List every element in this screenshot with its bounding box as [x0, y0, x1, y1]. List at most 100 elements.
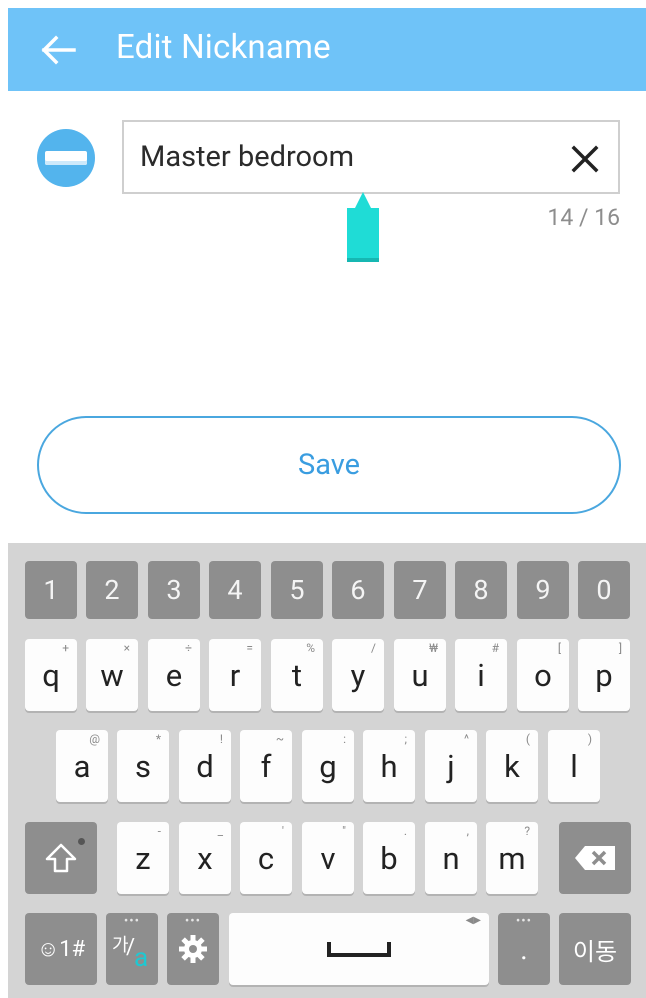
key-hint: % [306, 641, 315, 655]
key-label: g [319, 747, 337, 785]
key-c[interactable]: c ' [240, 822, 292, 894]
back-button[interactable] [38, 30, 78, 70]
key-w[interactable]: w × [86, 639, 138, 711]
key-hint: ₩ [429, 641, 438, 655]
key-3[interactable]: 3 [148, 561, 200, 619]
key-hint: ÷ [185, 641, 192, 655]
nickname-input[interactable]: Master bedroom [122, 120, 620, 194]
key-label: x [197, 839, 213, 877]
backspace-key[interactable] [559, 822, 631, 894]
key-label: d [196, 747, 214, 785]
key-y[interactable]: y / [332, 639, 384, 711]
key-k[interactable]: k( [486, 730, 538, 802]
key-label: i [477, 656, 485, 694]
key-label: k [504, 747, 520, 785]
key-label: m [498, 839, 526, 877]
key-f[interactable]: f ~ [240, 730, 292, 802]
key-label: w [100, 656, 124, 694]
key-s[interactable]: s * [117, 730, 169, 802]
key-hint: ( [525, 732, 530, 746]
key-m[interactable]: m? [486, 822, 538, 894]
key-label: p [595, 656, 613, 694]
key-i[interactable]: i # [455, 639, 507, 711]
more-dots: ••• [123, 914, 141, 929]
key-label: n [442, 839, 460, 877]
key-1[interactable]: 1 [25, 561, 77, 619]
key-6[interactable]: 6 [332, 561, 384, 619]
key-hint: , [466, 824, 469, 838]
key-hint: ; [404, 732, 407, 746]
key-u[interactable]: u ₩ [394, 639, 446, 711]
key-hint: " [342, 824, 346, 838]
key-hint: _ [217, 824, 223, 838]
key-e[interactable]: e ÷ [148, 639, 200, 711]
key-v[interactable]: v " [302, 822, 354, 894]
key-hint: × [123, 641, 130, 655]
arrow-left-icon [41, 35, 76, 65]
key-hint: ' [281, 824, 284, 838]
close-icon [571, 145, 599, 173]
key-b[interactable]: b. [363, 822, 415, 894]
key-l[interactable]: l) [548, 730, 600, 802]
key-8[interactable]: 8 [455, 561, 507, 619]
app-bar: Edit Nickname [8, 8, 646, 91]
key-hint: ! [219, 732, 223, 746]
key-hint: / [371, 641, 376, 655]
period-key[interactable]: ••• . [498, 913, 550, 985]
key-label: a [73, 747, 91, 785]
key-hint: - [157, 824, 161, 838]
text-cursor-handle[interactable] [347, 192, 379, 264]
key-5[interactable]: 5 [271, 561, 323, 619]
key-t[interactable]: t% [271, 639, 323, 711]
key-label: l [570, 747, 578, 785]
key-0[interactable]: 0 [578, 561, 630, 619]
character-counter: 14 / 16 [547, 204, 620, 231]
key-x[interactable]: x _ [179, 822, 231, 894]
key-r[interactable]: r = [209, 639, 261, 711]
more-dots: ••• [184, 914, 202, 929]
key-label: z [135, 839, 151, 877]
shift-key[interactable] [25, 822, 97, 894]
key-hint: @ [89, 732, 100, 746]
nickname-input-value: Master bedroom [140, 140, 355, 174]
more-dots: ••• [515, 914, 533, 929]
key-9[interactable]: 9 [517, 561, 569, 619]
key-d[interactable]: d! [179, 730, 231, 802]
key-label: b [380, 839, 398, 877]
cursor-handle-icon [347, 192, 379, 262]
key-j[interactable]: j ^ [425, 730, 477, 802]
key-label: c [257, 839, 275, 877]
clear-button[interactable] [568, 142, 602, 176]
go-key[interactable]: 이동 [559, 913, 631, 985]
space-key[interactable]: ◀▶ [229, 913, 489, 985]
key-hint: ) [587, 732, 592, 746]
key-2[interactable]: 2 [86, 561, 138, 619]
key-label: r [229, 656, 241, 694]
emoji-key-label: ☺1# [36, 937, 86, 962]
soft-keyboard: 1 2 3 4 5 6 7 8 9 0 q + w × e ÷ r = t% y / u ₩… [8, 543, 646, 998]
key-4[interactable]: 4 [209, 561, 261, 619]
key-label: e [165, 656, 183, 694]
gear-icon [179, 935, 207, 963]
key-g[interactable]: g: [302, 730, 354, 802]
language-switch-key[interactable]: ••• 가 / a [106, 913, 158, 985]
key-hint: ] [618, 641, 622, 655]
shift-indicator [78, 838, 85, 845]
key-7[interactable]: 7 [394, 561, 446, 619]
key-z[interactable]: z- [117, 822, 169, 894]
save-button[interactable]: Save [37, 416, 621, 514]
key-n[interactable]: n, [425, 822, 477, 894]
key-label: t [291, 656, 303, 694]
key-label: y [350, 656, 366, 694]
key-hint: : [343, 732, 346, 746]
settings-key[interactable]: ••• [167, 913, 219, 985]
key-h[interactable]: h; [363, 730, 415, 802]
key-a[interactable]: a @ [56, 730, 108, 802]
key-o[interactable]: o[ [517, 639, 569, 711]
emoji-symbols-key[interactable]: ☺1# [25, 913, 97, 985]
key-label: h [380, 747, 398, 785]
key-label: o [534, 656, 552, 694]
key-p[interactable]: p] [578, 639, 630, 711]
key-q[interactable]: q + [25, 639, 77, 711]
go-key-label: 이동 [572, 937, 618, 966]
